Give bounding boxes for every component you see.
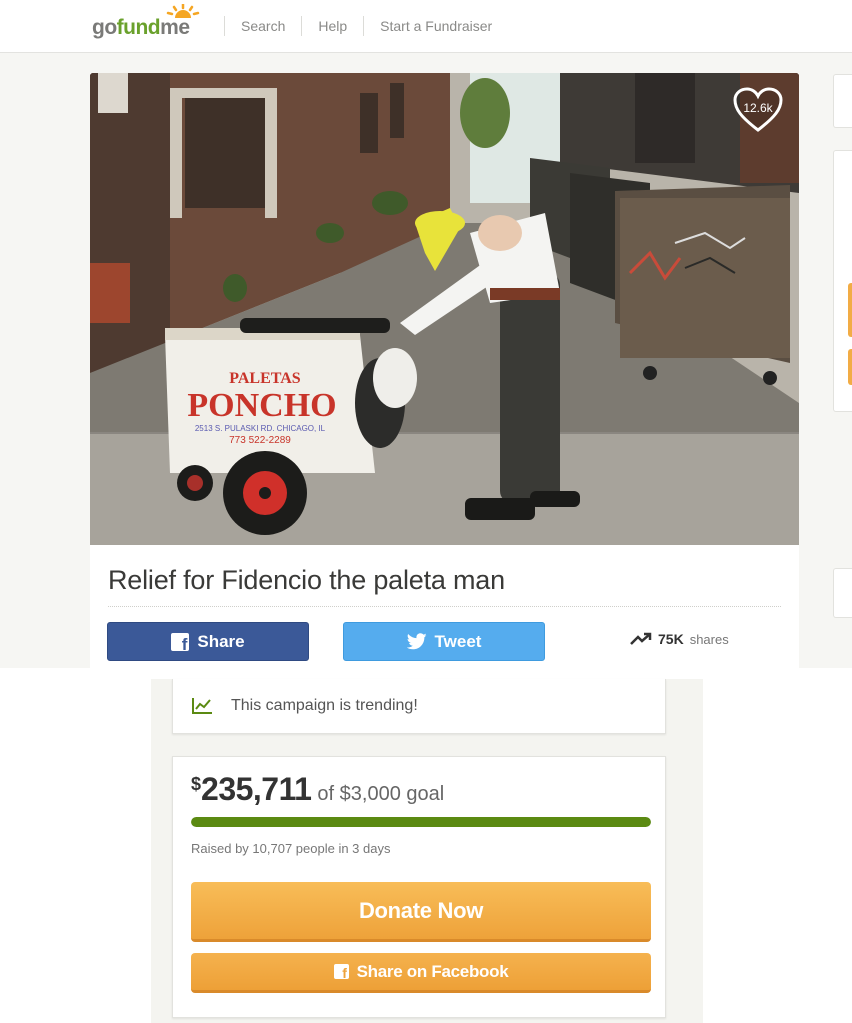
goal-text: of $3,000 goal bbox=[317, 783, 445, 805]
trending-arrow-icon bbox=[630, 632, 652, 645]
sidebar-card-partial bbox=[833, 74, 852, 128]
gofundme-logo[interactable]: go fund me bbox=[92, 4, 200, 40]
sidebar-card-partial bbox=[833, 150, 852, 412]
shares-label: shares bbox=[689, 631, 729, 647]
campaign-hero-photo[interactable]: PALETAS PONCHO 2513 S. PULASKI RD. CHICA… bbox=[90, 73, 799, 545]
nav-link-help[interactable]: Help bbox=[302, 18, 363, 34]
tweet-button-label: Tweet bbox=[434, 631, 482, 651]
progress-bar bbox=[191, 817, 651, 827]
nav-link-search[interactable]: Search bbox=[225, 18, 301, 34]
cart-phone-text: 773 522-2289 bbox=[229, 435, 291, 446]
facebook-icon: f bbox=[171, 632, 190, 653]
raised-amount: 235,711 bbox=[201, 771, 312, 807]
share-on-facebook-label: Share on Facebook bbox=[356, 961, 509, 981]
nav-link-start-fundraiser[interactable]: Start a Fundraiser bbox=[364, 18, 508, 34]
twitter-tweet-button[interactable]: Tweet bbox=[343, 622, 545, 661]
shares-count: 75K bbox=[658, 631, 684, 647]
trending-banner: This campaign is trending! bbox=[172, 679, 666, 734]
cart-label-line2: PONCHO bbox=[187, 387, 336, 424]
campaign-title: Relief for Fidencio the paleta man bbox=[108, 565, 505, 595]
shares-counter: 75K shares bbox=[630, 631, 729, 647]
sidebar-card-partial bbox=[833, 568, 852, 618]
logo-text-go: go bbox=[92, 16, 117, 39]
twitter-bird-icon bbox=[406, 633, 427, 650]
trending-chart-icon bbox=[192, 698, 212, 714]
currency-symbol: $ bbox=[191, 774, 202, 794]
favorites-count: 12.6k bbox=[743, 101, 773, 115]
share-on-facebook-button[interactable]: f Share on Facebook bbox=[191, 953, 651, 993]
top-nav-bar: go fund me Search Help Start a Fundraiser bbox=[0, 0, 852, 53]
progress-bar-fill bbox=[191, 817, 651, 827]
title-divider bbox=[108, 606, 781, 607]
facebook-share-button[interactable]: f Share bbox=[107, 622, 309, 661]
share-button-label: Share bbox=[197, 631, 245, 651]
header-nav: Search Help Start a Fundraiser bbox=[224, 16, 508, 36]
donate-now-button[interactable]: Donate Now bbox=[191, 882, 651, 942]
cart-label-line1: PALETAS bbox=[229, 370, 301, 387]
cart-address-text: 2513 S. PULASKI RD. CHICAGO, IL bbox=[195, 424, 326, 433]
logo-text-fund: fund bbox=[116, 16, 161, 39]
campaign-card: PALETAS PONCHO 2513 S. PULASKI RD. CHICA… bbox=[90, 73, 799, 668]
logo-text-me: me bbox=[160, 16, 190, 39]
donation-goal-box: $ 235,711 of $3,000 goal Raised by 10,70… bbox=[172, 756, 666, 1018]
raised-by-text: Raised by 10,707 people in 3 days bbox=[191, 841, 391, 856]
logo-sun-icon bbox=[166, 4, 200, 18]
raised-summary: $ 235,711 of $3,000 goal bbox=[191, 771, 444, 808]
facebook-icon: f bbox=[333, 964, 349, 980]
trending-text: This campaign is trending! bbox=[231, 697, 418, 714]
hero-photo-illustration: PALETAS PONCHO 2513 S. PULASKI RD. CHICA… bbox=[90, 73, 799, 545]
